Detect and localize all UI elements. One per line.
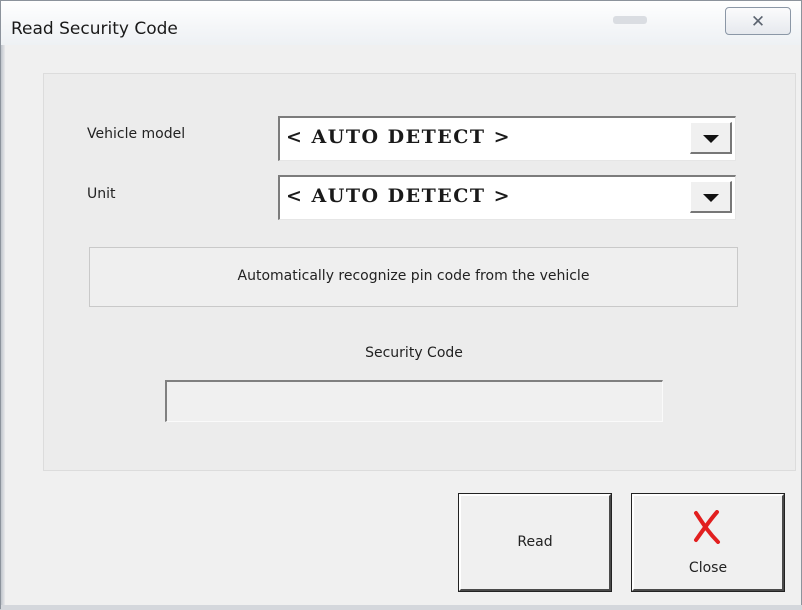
title-bar[interactable]: Read Security Code ✕ [1, 1, 801, 45]
info-box: Automatically recognize pin code from th… [89, 247, 738, 307]
vehicle-model-dropdown-button[interactable] [690, 122, 732, 154]
close-button[interactable]: Close [631, 493, 785, 592]
read-button[interactable]: Read [458, 493, 612, 592]
unit-label: Unit [87, 186, 116, 202]
triangle-down-icon [703, 194, 719, 202]
window-bottom-edge [1, 605, 802, 610]
unit-select[interactable]: < AUTO DETECT > [278, 175, 736, 220]
vehicle-model-label: Vehicle model [87, 126, 186, 142]
close-icon: ✕ [750, 12, 766, 31]
unit-dropdown-button[interactable] [690, 181, 732, 213]
red-x-icon [694, 510, 720, 544]
vehicle-model-value: < AUTO DETECT > [286, 126, 512, 148]
window-title: Read Security Code [11, 19, 178, 39]
window-close-button[interactable]: ✕ [725, 7, 791, 35]
security-code-label: Security Code [365, 345, 463, 361]
read-button-label: Read [517, 534, 553, 550]
window-frame-edge [1, 45, 5, 605]
vehicle-model-select[interactable]: < AUTO DETECT > [278, 116, 736, 161]
unit-value: < AUTO DETECT > [286, 185, 512, 207]
info-text: Automatically recognize pin code from th… [237, 268, 590, 284]
triangle-down-icon [703, 135, 719, 143]
title-bar-highlight [613, 16, 647, 24]
close-button-label: Close [688, 560, 728, 576]
security-code-field[interactable] [165, 380, 663, 422]
read-security-code-dialog: Read Security Code ✕ Vehicle model < AUT… [0, 0, 802, 610]
